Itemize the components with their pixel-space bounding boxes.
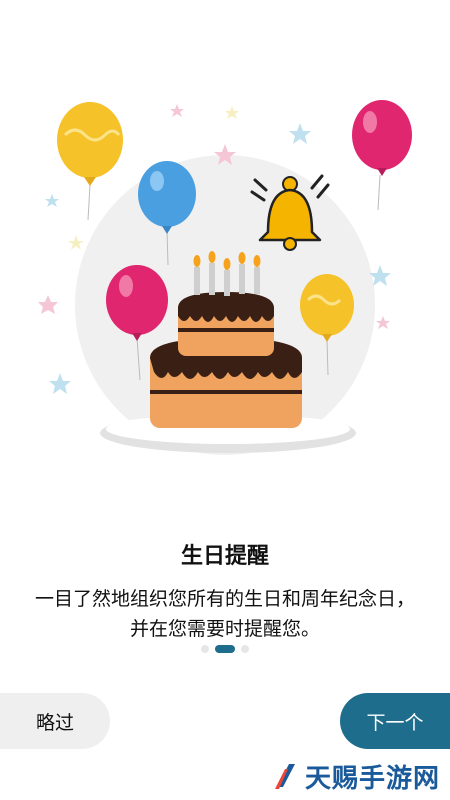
skip-button[interactable]: 略过 — [0, 693, 110, 749]
next-button[interactable]: 下一个 — [340, 693, 450, 749]
birthday-illustration — [0, 80, 450, 480]
watermark-text: 天赐手游网 — [304, 763, 440, 794]
page-dot-active[interactable] — [215, 645, 235, 653]
balloon-icon — [57, 102, 123, 221]
watermark-logo-icon — [274, 764, 295, 789]
onboarding-title: 生日提醒 — [180, 544, 269, 569]
onboarding-description: 一目了然地组织您所有的生日和周年纪念日，并在您需要时提醒您。 — [34, 588, 415, 640]
page-indicator — [0, 643, 450, 655]
page-dot[interactable] — [201, 645, 209, 653]
watermark: 天赐手游网 — [273, 758, 440, 794]
page-dot[interactable] — [241, 645, 249, 653]
balloon-icon — [352, 100, 412, 211]
